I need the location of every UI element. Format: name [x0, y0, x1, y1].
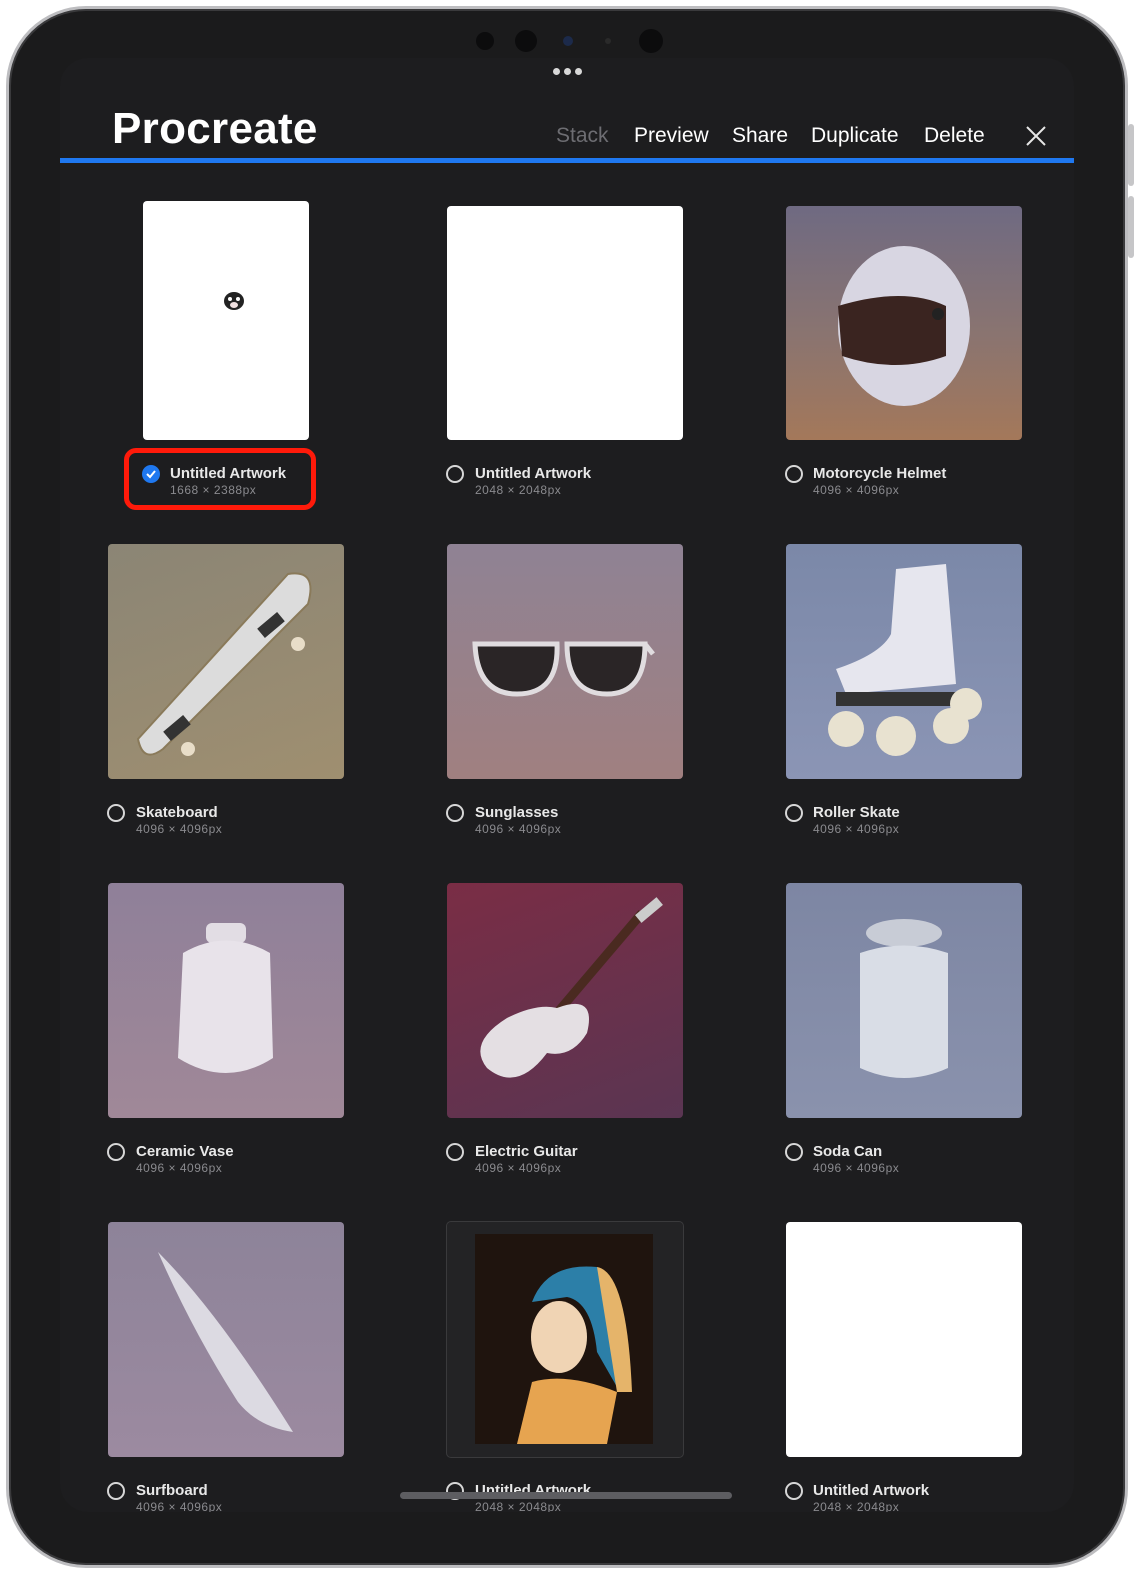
duplicate-button[interactable]: Duplicate — [811, 124, 899, 154]
surfboard-image — [158, 1252, 293, 1432]
select-checkbox[interactable] — [446, 804, 464, 822]
home-indicator[interactable] — [400, 1492, 732, 1499]
close-icon[interactable] — [1024, 124, 1048, 148]
roller-skate-image — [828, 564, 982, 756]
select-checkbox[interactable] — [785, 1143, 803, 1161]
artwork-title[interactable]: Electric Guitar — [475, 1143, 578, 1160]
preview-button[interactable]: Preview — [634, 124, 709, 154]
artwork-dimensions: 4096 × 4096px — [813, 822, 900, 836]
artwork-title[interactable]: Skateboard — [136, 804, 218, 821]
delete-button[interactable]: Delete — [924, 124, 985, 154]
ceramic-vase-image — [178, 923, 273, 1073]
select-checkbox[interactable] — [107, 1482, 125, 1500]
artwork-title[interactable]: Motorcycle Helmet — [813, 465, 946, 482]
artwork-dimensions: 4096 × 4096px — [136, 1500, 223, 1512]
artwork-dimensions: 4096 × 4096px — [475, 822, 562, 836]
camera-bar — [9, 29, 1125, 53]
multitasking-dots-icon[interactable] — [550, 68, 584, 78]
select-checkbox[interactable] — [107, 1143, 125, 1161]
artwork-thumbnail[interactable] — [447, 883, 683, 1118]
volume-up-button — [1128, 124, 1134, 186]
artwork-thumbnail[interactable] — [447, 544, 683, 779]
annotation-highlight-box — [124, 448, 316, 510]
artwork-thumbnail[interactable] — [447, 1222, 683, 1457]
artwork-title[interactable]: Ceramic Vase — [136, 1143, 234, 1160]
artwork-title[interactable]: Surfboard — [136, 1482, 208, 1499]
select-checkbox[interactable] — [446, 465, 464, 483]
artwork-dimensions: 4096 × 4096px — [136, 1161, 223, 1175]
volume-down-button — [1128, 196, 1134, 258]
select-checkbox[interactable] — [785, 804, 803, 822]
artwork-dimensions: 4096 × 4096px — [475, 1161, 562, 1175]
skateboard-image — [136, 572, 312, 756]
artwork-dimensions: 2048 × 2048px — [475, 483, 562, 497]
pearl-earring-girl-image — [475, 1234, 653, 1444]
artwork-thumbnail[interactable] — [786, 883, 1022, 1118]
dog-sketch-image — [224, 292, 244, 310]
camera-lens — [563, 36, 573, 46]
select-checkbox[interactable] — [785, 1482, 803, 1500]
soda-can-image — [860, 919, 948, 1078]
artwork-thumbnail[interactable] — [108, 883, 344, 1118]
sensor-dot — [605, 38, 611, 44]
artwork-title[interactable]: Soda Can — [813, 1143, 882, 1160]
select-checkbox[interactable] — [107, 804, 125, 822]
sunglasses-image — [472, 641, 655, 697]
selection-bar — [60, 158, 1074, 163]
artwork-dimensions: 4096 × 4096px — [813, 1161, 900, 1175]
electric-guitar-image — [480, 897, 663, 1078]
share-button[interactable]: Share — [732, 124, 788, 154]
sensor-dot — [476, 32, 494, 50]
sensor-dot — [639, 29, 663, 53]
artwork-title[interactable]: Sunglasses — [475, 804, 558, 821]
artwork-thumbnail[interactable] — [786, 1222, 1022, 1457]
artwork-title[interactable]: Roller Skate — [813, 804, 900, 821]
select-checkbox[interactable] — [446, 1143, 464, 1161]
select-checkbox[interactable] — [785, 465, 803, 483]
artwork-dimensions: 2048 × 2048px — [813, 1500, 900, 1512]
artwork-dimensions: 2048 × 2048px — [475, 1500, 562, 1512]
artwork-thumbnail[interactable] — [108, 1222, 344, 1457]
procreate-gallery: Procreate Stack Preview Share Duplicate … — [60, 58, 1074, 1512]
artwork-thumbnail[interactable] — [447, 206, 683, 440]
helmet-image — [838, 246, 970, 406]
artwork-thumbnail[interactable] — [108, 544, 344, 779]
artwork-thumbnail[interactable] — [143, 201, 309, 440]
artwork-thumbnail[interactable] — [786, 206, 1022, 440]
sensor-dot — [515, 30, 537, 52]
stack-button[interactable]: Stack — [556, 124, 609, 154]
artwork-title[interactable]: Untitled Artwork — [813, 1482, 929, 1499]
app-title: Procreate — [112, 104, 318, 153]
artwork-title[interactable]: Untitled Artwork — [475, 465, 591, 482]
artwork-dimensions: 4096 × 4096px — [813, 483, 900, 497]
artwork-dimensions: 4096 × 4096px — [136, 822, 223, 836]
artwork-thumbnail[interactable] — [786, 544, 1022, 779]
